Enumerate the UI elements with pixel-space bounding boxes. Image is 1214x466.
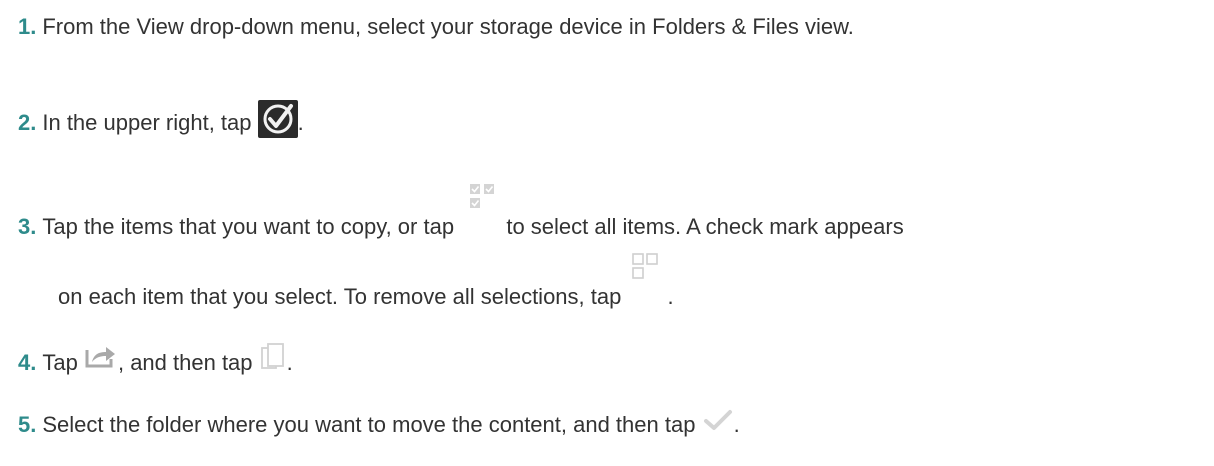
step-text: on each item that you select. To remove … [58, 284, 622, 309]
select-mode-check-icon [257, 100, 298, 138]
step-text: Tap [42, 350, 78, 375]
step-text: to select all items. A check mark appear… [506, 214, 904, 239]
step-2: 2. In the upper right, tap . [18, 100, 304, 138]
step-text: In the upper right, tap [42, 110, 252, 135]
step-number: 1. [18, 14, 37, 39]
step-1: 1. From the View drop-down menu, select y… [18, 14, 854, 40]
select-all-icon [460, 182, 500, 230]
step-text: . [286, 350, 293, 375]
step-3: 3. Tap the items that you want to copy, o… [18, 182, 904, 240]
step-3-line-2: on each item that you select. To remove … [58, 252, 674, 310]
share-icon [84, 342, 118, 368]
step-text: Select the folder where you want to move… [42, 412, 696, 437]
step-number: 2. [18, 110, 37, 135]
step-number: 3. [18, 214, 37, 239]
step-5: 5. Select the folder where you want to mo… [18, 408, 740, 438]
step-text: Tap the items that you want to copy, or … [42, 214, 455, 239]
step-4: 4. Tap , and then tap . [18, 342, 293, 376]
step-number: 4. [18, 350, 37, 375]
clear-selection-icon [627, 252, 667, 300]
step-text: , and then tap [117, 350, 253, 375]
step-text: From the View drop-down menu, select you… [42, 14, 854, 39]
done-check-icon [702, 408, 734, 432]
step-text: . [667, 284, 674, 309]
step-number: 5. [18, 412, 37, 437]
step-text: . [297, 110, 304, 135]
step-text: . [733, 412, 740, 437]
copy-icon [259, 342, 287, 372]
